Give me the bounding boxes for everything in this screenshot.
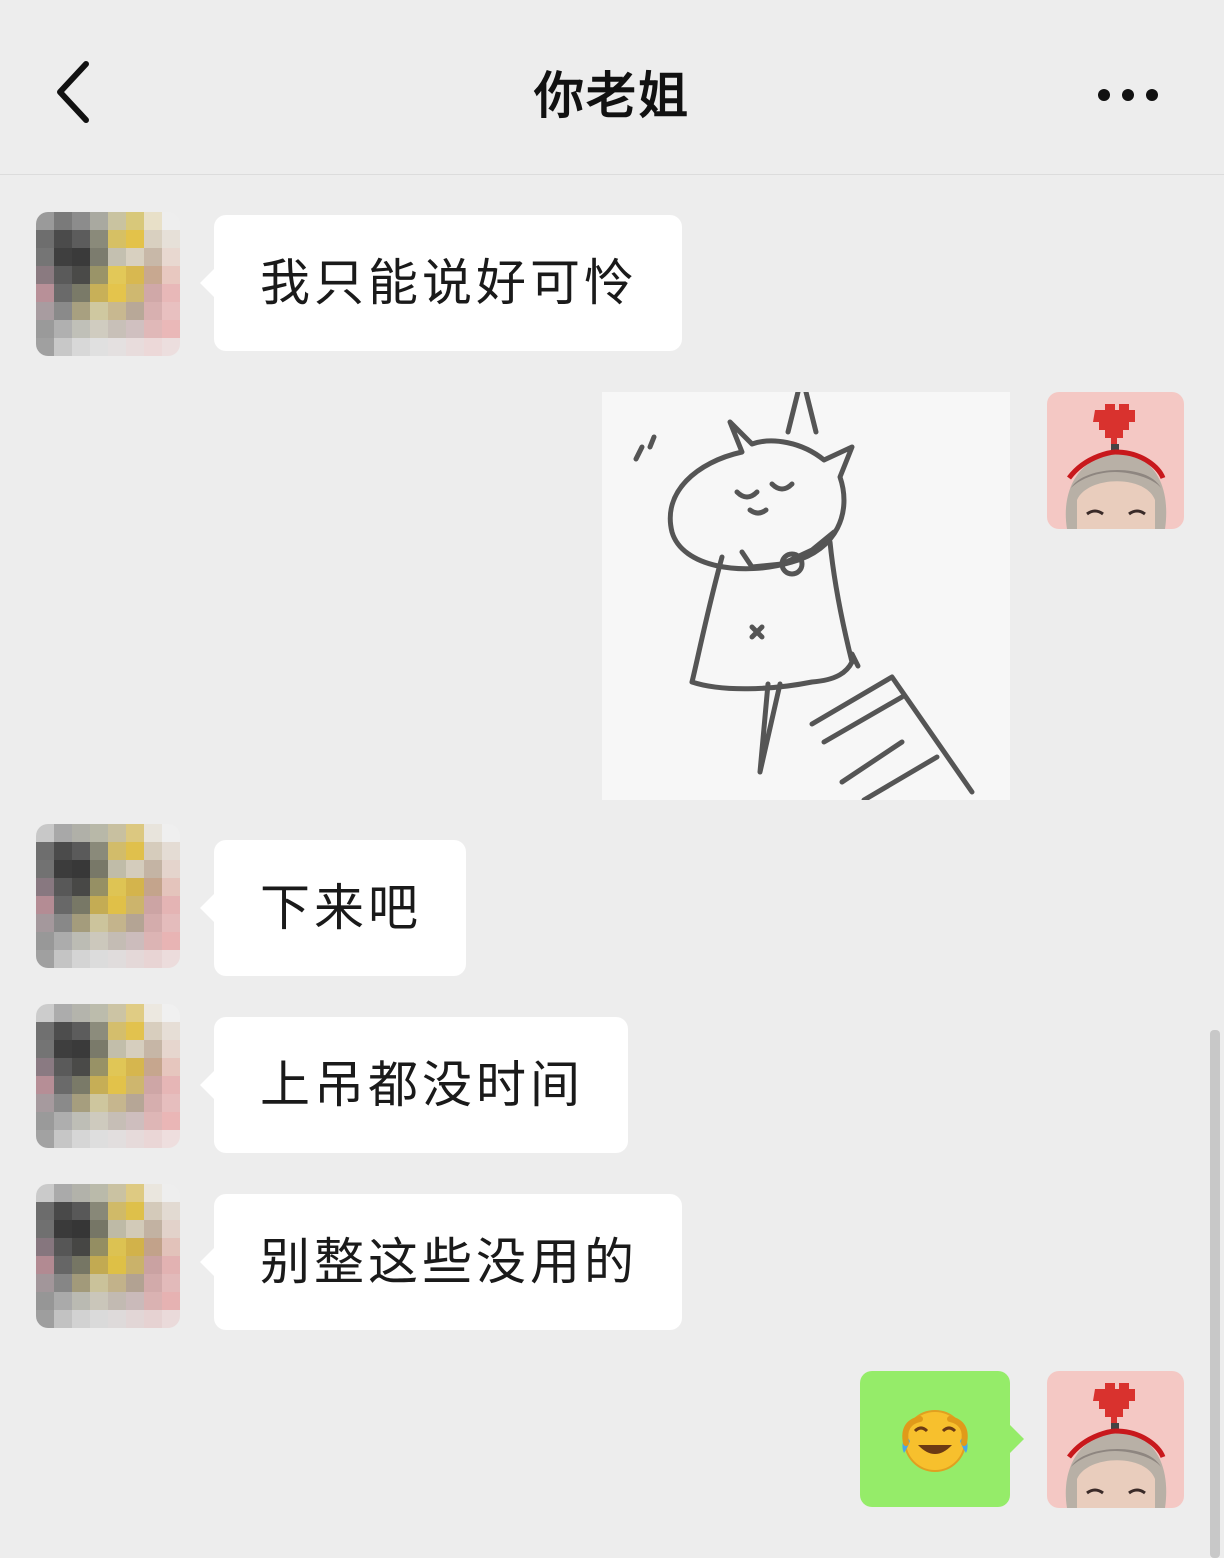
message-bubble[interactable]: 我只能说好可怜 [200,215,682,351]
message-bubble[interactable]: 别整这些没用的 [200,1194,682,1330]
my-avatar[interactable] [1047,1371,1184,1508]
contact-avatar[interactable] [36,212,180,356]
pixelated-avatar-icon [36,1004,180,1148]
chat-title: 你老姐 [534,66,690,125]
my-avatar[interactable] [1047,392,1184,529]
message-bubble[interactable]: 下来吧 [200,840,466,976]
user-avatar-icon [1047,1371,1184,1508]
pixelated-avatar-icon [36,1184,180,1328]
chat-header: 你老姐 [0,0,1224,175]
message-bubble[interactable]: 上吊都没时间 [200,1017,628,1153]
pixelated-avatar-icon [36,212,180,356]
laugh-cry-emoji-icon [902,1410,968,1472]
chat-screen: 你老姐 我只能说好可怜 下来吧 上吊都没时间 别整这些没用的 [0,0,1224,1558]
more-button[interactable] [1086,70,1170,120]
emoji-message-bubble[interactable] [860,1371,1024,1507]
contact-avatar[interactable] [36,1004,180,1148]
more-dots-icon [1098,89,1158,101]
user-avatar-icon [1047,392,1184,529]
pixelated-avatar-icon [36,824,180,968]
scrollbar[interactable] [1210,1030,1220,1558]
contact-avatar[interactable] [36,824,180,968]
hanging-cat-sticker-icon [633,389,975,803]
contact-avatar[interactable] [36,1184,180,1328]
sticker-message[interactable] [602,389,1010,803]
